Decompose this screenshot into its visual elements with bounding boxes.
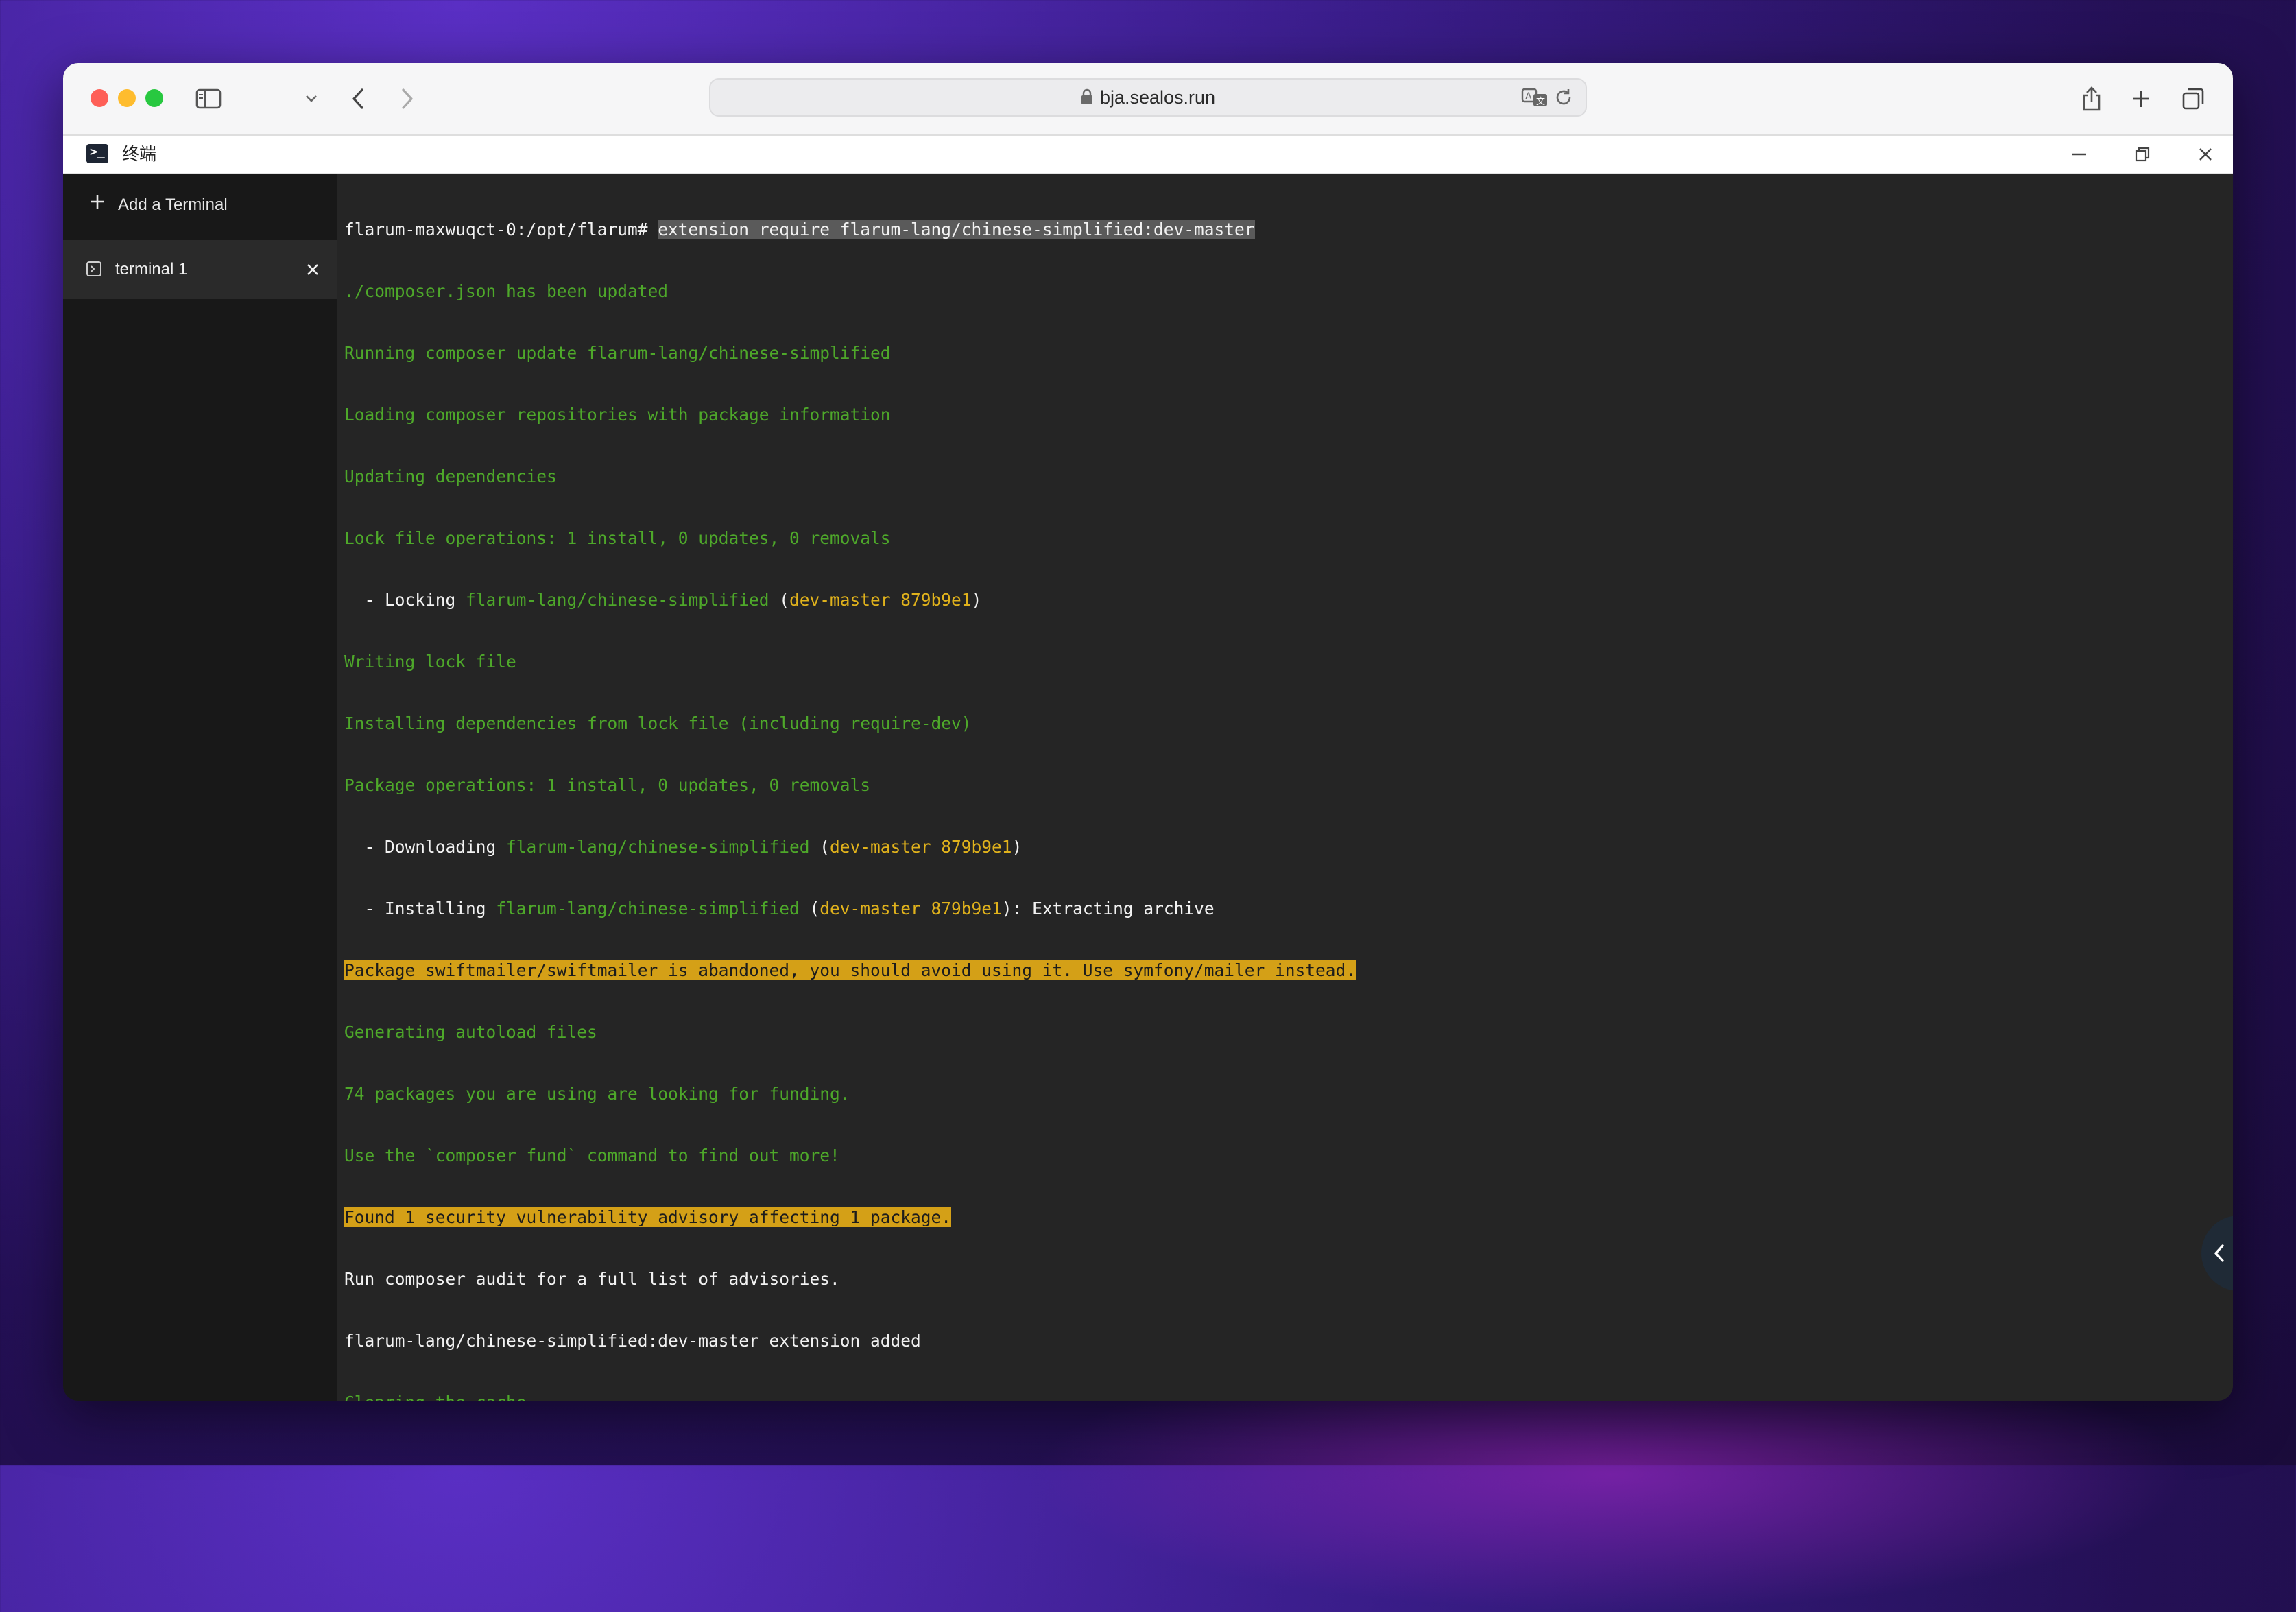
terminal-line: Clearing the cache... [344,1392,1356,1401]
close-window-button[interactable] [91,89,108,107]
terminal-line: Package operations: 1 install, 0 updates… [344,775,871,795]
app-title-bar: >_ 终端 [63,136,2233,174]
terminal-line: ./composer.json has been updated [344,281,669,301]
security-advisory-warning: Found 1 security vulnerability advisory … [344,1207,952,1227]
terminal-line: flarum-maxwuqct-0:/opt/flarum# extension… [344,220,1356,240]
terminal-line: - Locking flarum-lang/chinese-simplified… [344,590,982,610]
terminal-pane[interactable]: flarum-maxwuqct-0:/opt/flarum# extension… [337,174,2233,1401]
terminal-app-icon: >_ [86,144,108,163]
terminal-line: flarum-lang/chinese-simplified:dev-maste… [344,1331,921,1351]
new-tab-icon[interactable] [2122,80,2160,118]
terminal-line: Package swiftmailer/swiftmailer is aband… [344,960,1356,981]
terminal-line: - Installing flarum-lang/chinese-simplif… [344,899,1215,918]
prompt: flarum-maxwuqct-0:/opt/flarum# [344,220,658,239]
minimize-window-button[interactable] [118,89,136,107]
terminal-line: Found 1 security vulnerability advisory … [344,1207,1356,1228]
app-title: 终端 [122,145,157,164]
translate-icon[interactable]: A文 [1521,86,1548,110]
browser-window: bja.sealos.run A文 >_ 终端 Add a Terminal t… [63,63,2233,1401]
terminal-icon [86,261,101,276]
terminal-line: Lock file operations: 1 install, 0 updat… [344,528,891,548]
terminal-line: Loading composer repositories with packa… [344,405,891,425]
address-bar[interactable]: bja.sealos.run A文 [709,78,1587,117]
browser-toolbar: bja.sealos.run A文 [63,63,2233,136]
terminal-line: Run composer audit for a full list of ad… [344,1269,840,1289]
terminal-sidebar: Add a Terminal terminal 1 [63,174,337,1401]
abandoned-package-warning: Package swiftmailer/swiftmailer is aband… [344,960,1356,980]
selected-command: extension require flarum-lang/chinese-si… [658,220,1255,239]
terminal-line: 74 packages you are using are looking fo… [344,1084,850,1104]
svg-text:文: 文 [1536,97,1545,107]
terminal-line: - Downloading flarum-lang/chinese-simpli… [344,837,1023,857]
chevron-down-icon[interactable] [292,80,331,118]
terminal-line: Installing dependencies from lock file (… [344,713,972,733]
terminal-output: flarum-maxwuqct-0:/opt/flarum# extension… [344,178,1356,1401]
sidebar-icon[interactable] [189,80,228,118]
terminal-line: Running composer update flarum-lang/chin… [344,343,891,363]
zoom-window-button[interactable] [145,89,163,107]
svg-text:A: A [1525,91,1532,102]
terminal-line: Updating dependencies [344,466,557,486]
plus-icon [88,192,107,211]
share-icon[interactable] [2072,80,2111,118]
restore-icon[interactable] [2129,141,2156,167]
sidebar-item-terminal-1[interactable]: terminal 1 [63,240,337,299]
terminal-line: Generating autoload files [344,1022,597,1042]
close-terminal-icon[interactable] [303,260,322,279]
terminal-line: Writing lock file [344,652,516,672]
close-icon[interactable] [2192,141,2219,167]
lock-icon [1081,81,1093,117]
reload-icon[interactable] [1553,86,1576,110]
back-icon[interactable] [339,80,377,118]
minimize-icon[interactable] [2066,141,2093,167]
chevron-left-icon [2214,1244,2224,1262]
terminal-tab-label: terminal 1 [115,260,188,278]
terminal-line: Use the `composer fund` command to find … [344,1146,840,1165]
forward-icon[interactable] [388,80,427,118]
tabs-overview-icon[interactable] [2174,80,2212,118]
url-text: bja.sealos.run [1099,87,1216,108]
add-terminal-button[interactable]: Add a Terminal [63,174,337,236]
add-terminal-label: Add a Terminal [118,195,228,214]
